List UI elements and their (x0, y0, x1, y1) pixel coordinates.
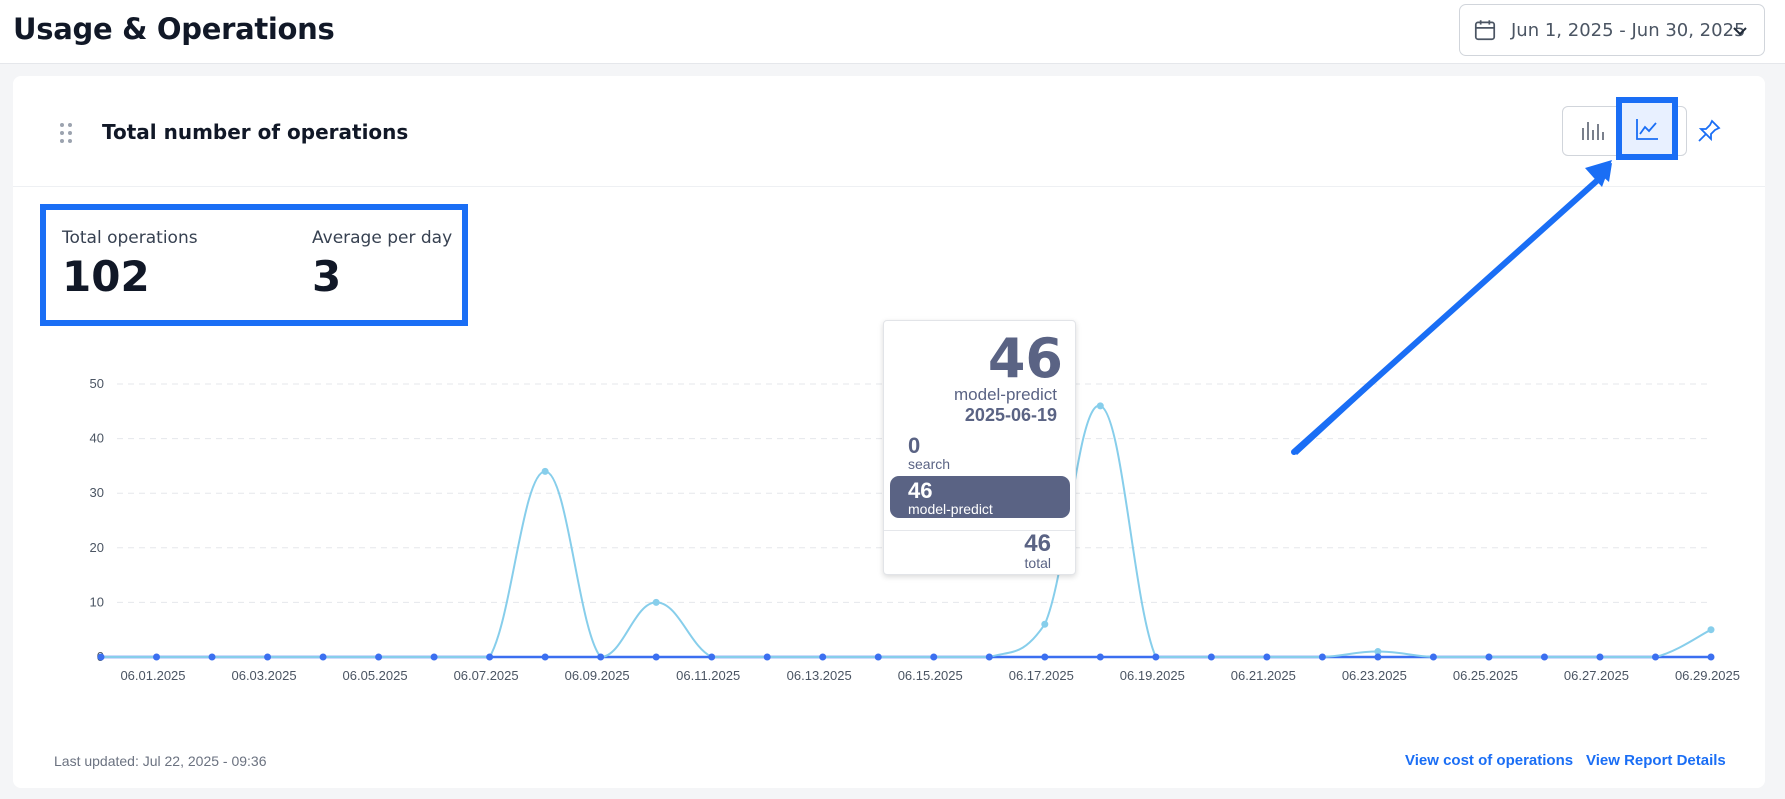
tooltip-row-model-predict: 46 model-predict (890, 476, 1070, 518)
x-tick-label: 06.19.2025 (1120, 668, 1185, 683)
data-point-search[interactable] (319, 653, 327, 661)
x-tick-label: 06.09.2025 (565, 668, 630, 683)
data-point-search[interactable] (1707, 653, 1715, 661)
tooltip-total: 46 total (1024, 530, 1051, 571)
tooltip-date: 2025-06-19 (964, 405, 1057, 425)
data-point-search[interactable] (430, 653, 438, 661)
data-point-model-predict[interactable] (1041, 620, 1049, 628)
data-point-search[interactable] (985, 653, 993, 661)
data-point-search[interactable] (708, 653, 716, 661)
y-tick-label: 40 (90, 431, 104, 446)
data-point-search[interactable] (819, 653, 827, 661)
tooltip-total-label: total (1024, 555, 1051, 571)
data-point-search[interactable] (1596, 653, 1604, 661)
data-point-search[interactable] (1263, 653, 1271, 661)
data-point-search[interactable] (1207, 653, 1215, 661)
tooltip-total-value: 46 (1024, 530, 1051, 557)
data-point-search[interactable] (763, 653, 771, 661)
data-point-search[interactable] (930, 653, 938, 661)
x-tick-label: 06.03.2025 (231, 668, 296, 683)
x-tick-label: 06.13.2025 (787, 668, 852, 683)
tooltip-row-label: search (908, 456, 951, 472)
last-updated-text: Last updated: Jul 22, 2025 - 09:36 (54, 753, 267, 769)
x-tick-label: 06.29.2025 (1675, 668, 1740, 683)
data-point-search[interactable] (375, 653, 383, 661)
data-point-search[interactable] (1318, 653, 1326, 661)
data-point-search[interactable] (874, 653, 882, 661)
x-tick-label: 06.17.2025 (1009, 668, 1074, 683)
data-point-search[interactable] (1041, 653, 1049, 661)
data-point-search[interactable] (1429, 653, 1437, 661)
view-cost-link[interactable]: View cost of operations (1405, 752, 1573, 769)
data-point-search[interactable] (1651, 653, 1659, 661)
tooltip-value: 46 (987, 327, 1063, 390)
x-tick-label: 06.23.2025 (1342, 668, 1407, 683)
x-tick-label: 06.21.2025 (1231, 668, 1296, 683)
chart-tooltip: 46 model-predict 2025-06-19 0 search 46 … (883, 320, 1076, 575)
data-point-model-predict[interactable] (1096, 402, 1104, 410)
y-tick-label: 20 (90, 540, 104, 555)
tooltip-series: model-predict (954, 385, 1057, 404)
data-point-search[interactable] (97, 653, 105, 661)
data-point-search[interactable] (652, 653, 660, 661)
x-tick-label: 06.07.2025 (454, 668, 519, 683)
x-tick-label: 06.05.2025 (343, 668, 408, 683)
data-point-search[interactable] (541, 653, 549, 661)
data-point-search[interactable] (597, 653, 605, 661)
data-point-search[interactable] (153, 653, 161, 661)
x-tick-label: 06.01.2025 (120, 668, 185, 683)
x-tick-label: 06.11.2025 (676, 668, 740, 683)
tooltip-row-label: model-predict (908, 501, 993, 517)
y-tick-label: 10 (90, 594, 104, 609)
tooltip-row-value: 46 (908, 478, 933, 503)
data-point-model-predict[interactable] (652, 598, 660, 606)
x-tick-label: 06.25.2025 (1453, 668, 1518, 683)
data-point-search[interactable] (1540, 653, 1548, 661)
data-point-search[interactable] (264, 653, 272, 661)
tooltip-row-value: 0 (908, 433, 921, 458)
y-tick-label: 50 (90, 376, 104, 391)
data-point-search[interactable] (208, 653, 216, 661)
data-point-search[interactable] (1374, 653, 1382, 661)
data-point-search[interactable] (1485, 653, 1493, 661)
x-tick-label: 06.15.2025 (898, 668, 963, 683)
tooltip-row-search: 0 search (890, 431, 1070, 473)
data-point-search[interactable] (1152, 653, 1160, 661)
view-report-link[interactable]: View Report Details (1586, 752, 1726, 769)
data-point-search[interactable] (1096, 653, 1104, 661)
data-point-model-predict[interactable] (1707, 626, 1715, 634)
data-point-model-predict[interactable] (541, 467, 549, 475)
x-tick-label: 06.27.2025 (1564, 668, 1629, 683)
y-tick-label: 30 (90, 485, 104, 500)
data-point-search[interactable] (486, 653, 494, 661)
